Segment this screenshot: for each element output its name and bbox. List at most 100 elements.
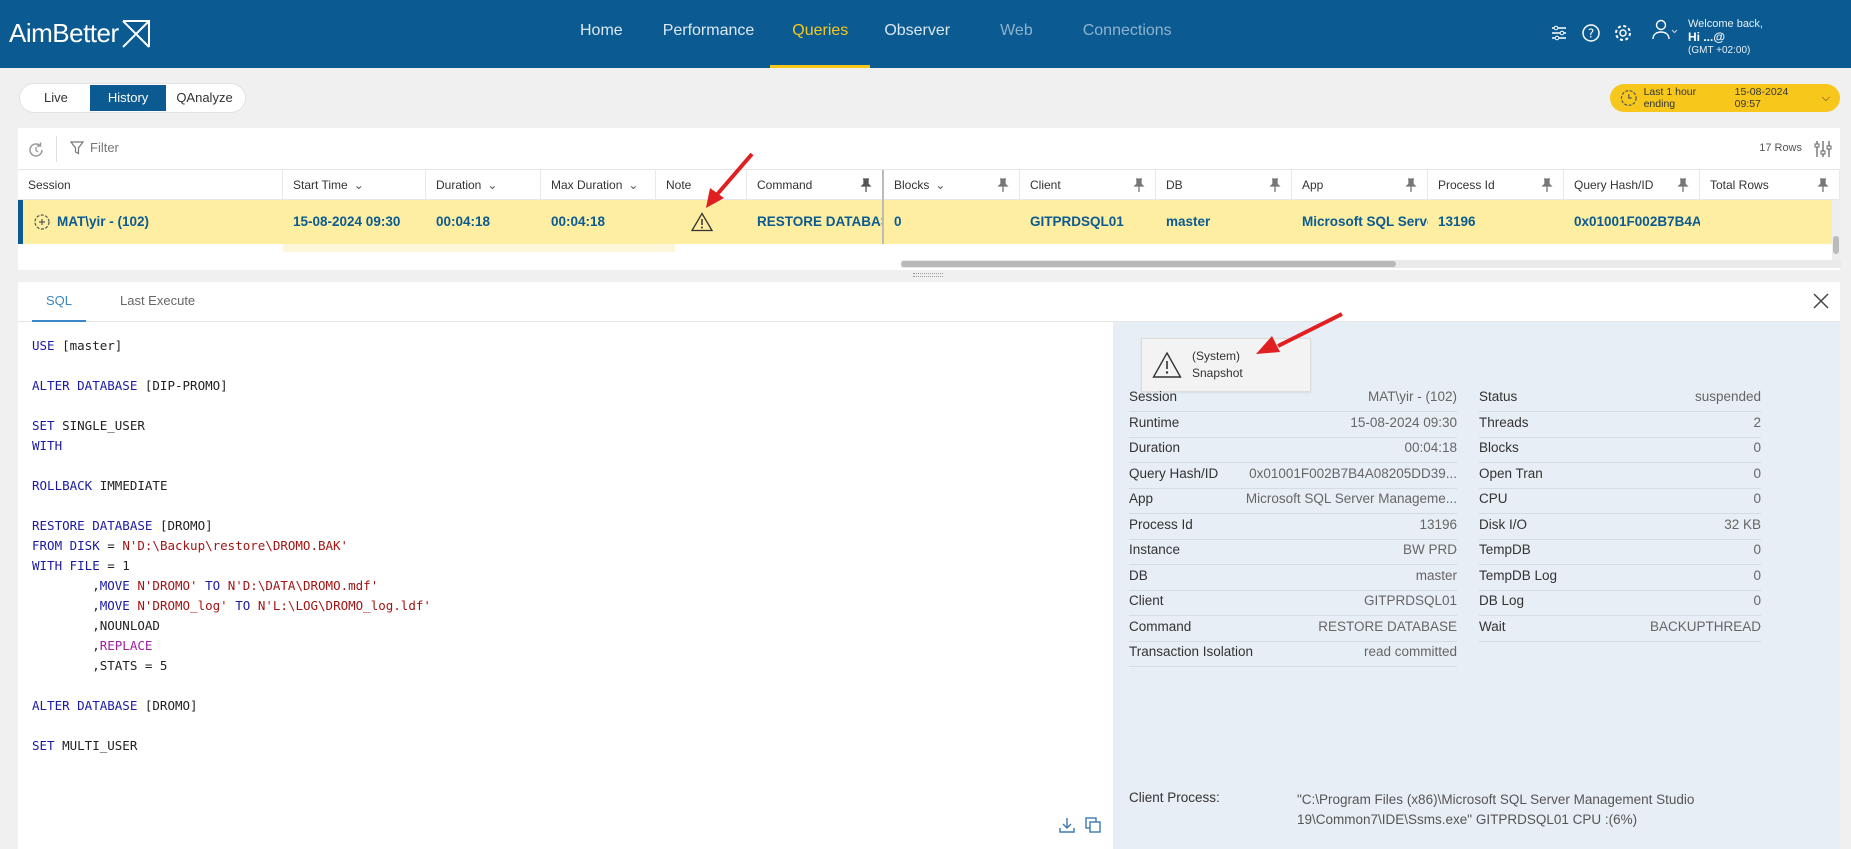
time-range-picker[interactable]: Last 1 hour ending 15-08-2024 09:57 ⌵	[1610, 84, 1840, 112]
horizontal-scrollbar[interactable]	[901, 260, 1841, 268]
field-value: 00:04:18	[1404, 440, 1457, 455]
col-duration[interactable]: Duration ⌄	[426, 170, 541, 200]
sql-token: N'DROMO'	[137, 578, 198, 593]
col-label: Note	[666, 178, 692, 192]
col-session[interactable]: Session	[18, 170, 283, 200]
col-note[interactable]: Note	[656, 170, 747, 200]
sql-token: ,STATS = 5	[32, 658, 168, 673]
refresh-icon[interactable]	[26, 140, 46, 160]
col-client[interactable]: Client	[1020, 170, 1156, 200]
sql-token: TO	[205, 578, 221, 593]
sql-token: ALTER DATABASE	[32, 378, 138, 393]
scroll-thumb[interactable]	[901, 261, 1396, 267]
field-value: master	[1415, 567, 1457, 583]
field-value: BACKUPTHREAD	[1649, 618, 1761, 634]
cell-blocks: 0	[894, 214, 902, 229]
pin-icon[interactable]	[1817, 178, 1829, 192]
gear-icon[interactable]	[1612, 22, 1634, 44]
sql-token: IMMEDIATE	[92, 478, 168, 493]
field-label: Transaction Isolation	[1129, 644, 1254, 659]
field-label: Instance	[1129, 542, 1181, 557]
help-icon[interactable]: ?	[1580, 22, 1602, 44]
sql-line	[32, 356, 1112, 376]
nav-performance[interactable]: Performance	[651, 0, 767, 68]
field-label: Client	[1129, 593, 1164, 608]
field-label: Status	[1479, 389, 1518, 404]
field-label: Blocks	[1479, 440, 1519, 455]
main-nav: Home Performance Queries Observer Web Co…	[568, 0, 1184, 68]
tab-last-execute[interactable]: Last Execute	[106, 282, 209, 322]
field-label: DB	[1129, 567, 1148, 583]
vertical-scrollbar[interactable]	[1832, 200, 1840, 260]
col-total-rows[interactable]: Total Rows	[1700, 170, 1840, 200]
field-value: 0x01001F002B7B4A08205DD39...	[1249, 465, 1457, 481]
col-db[interactable]: DB	[1156, 170, 1292, 200]
sql-line: ALTER DATABASE [DIP-PROMO]	[32, 376, 1112, 396]
col-app[interactable]: App	[1292, 170, 1428, 200]
field-value: RESTORE DATABASE	[1318, 618, 1457, 634]
grid-header: Session Start Time ⌄ Duration ⌄ Max Durati…	[18, 170, 1840, 200]
field-label: Duration	[1129, 440, 1181, 455]
col-start-time[interactable]: Start Time ⌄	[283, 170, 426, 200]
pin-icon[interactable]	[1405, 178, 1417, 192]
user-menu[interactable]: Welcome back, Hi ...@ (GMT +02:00)	[1652, 18, 1763, 57]
col-query-hash[interactable]: Query Hash/ID	[1564, 170, 1700, 200]
nav-home[interactable]: Home	[568, 0, 635, 68]
nav-web[interactable]: Web	[988, 0, 1045, 68]
table-row[interactable]: MAT\yir - (102) 15-08-2024 09:30 00:04:1…	[18, 200, 1840, 244]
user-name: Hi ...@	[1688, 30, 1726, 44]
chevron-down-icon: ⌄	[628, 178, 639, 192]
field-value: 0	[1753, 465, 1761, 481]
mode-qanalyze[interactable]: QAnalyze	[166, 85, 242, 111]
pin-icon[interactable]	[860, 178, 872, 192]
filter-button[interactable]: Filter	[70, 140, 119, 155]
timezone-text: (GMT +02:00)	[1688, 45, 1751, 56]
nav-connections[interactable]: Connections	[1071, 0, 1184, 68]
sql-token: [DROMO]	[137, 698, 198, 713]
sql-line: ROLLBACK IMMEDIATE	[32, 476, 1112, 496]
nav-queries[interactable]: Queries	[770, 0, 871, 68]
col-command[interactable]: Command	[747, 170, 884, 200]
field-value: "C:\Program Files (x86)\Microsoft SQL Se…	[1297, 792, 1695, 827]
field-label: Runtime	[1129, 414, 1180, 430]
logo-mark-icon	[121, 19, 150, 48]
pin-icon[interactable]	[1133, 178, 1145, 192]
tab-sql[interactable]: SQL	[32, 282, 87, 322]
col-max-duration[interactable]: Max Duration ⌄	[541, 170, 656, 200]
sql-code-view[interactable]: USE [master] ALTER DATABASE [DIP-PROMO] …	[32, 336, 1112, 756]
column-settings-icon[interactable]	[1812, 138, 1834, 160]
pin-icon[interactable]	[1541, 178, 1553, 192]
col-label: Blocks	[894, 178, 930, 192]
warning-icon[interactable]	[690, 212, 713, 232]
close-icon[interactable]	[1810, 290, 1832, 312]
pin-icon[interactable]	[1677, 178, 1689, 192]
field-label: Session	[1129, 389, 1178, 404]
nav-observer[interactable]: Observer	[872, 0, 962, 68]
mode-history[interactable]: History	[89, 85, 167, 111]
app-logo[interactable]: AimBetter	[9, 18, 151, 49]
panel-resize-handle[interactable]	[913, 273, 943, 277]
col-process-id[interactable]: Process Id	[1428, 170, 1564, 200]
sql-token: MOVE	[99, 578, 130, 593]
copy-icon[interactable]	[1084, 816, 1102, 834]
logo-text: AimBetter	[9, 18, 119, 48]
field-value: MAT\yir - (102)	[1367, 389, 1457, 404]
col-blocks[interactable]: Blocks ⌄	[884, 170, 1020, 200]
info-field: Wait BACKUPTHREAD	[1479, 612, 1761, 642]
col-label: Duration	[436, 178, 482, 192]
col-label: Max Duration	[551, 178, 623, 192]
filter-icon	[70, 140, 84, 154]
sliders-icon[interactable]	[1548, 22, 1570, 44]
field-value: Microsoft SQL Server Manageme...	[1245, 491, 1457, 506]
mode-live[interactable]: Live	[22, 85, 90, 111]
field-value: GITPRDSQL01	[1363, 593, 1457, 608]
col-label: App	[1302, 178, 1324, 192]
cell-app: Microsoft SQL Serve	[1302, 214, 1428, 229]
scroll-thumb[interactable]	[1833, 236, 1839, 254]
pin-icon[interactable]	[1269, 178, 1281, 192]
pin-icon[interactable]	[997, 178, 1009, 192]
table-row[interactable]	[18, 244, 1840, 252]
cell-client: GITPRDSQL01	[1030, 214, 1124, 229]
cell-command: RESTORE DATABAS	[747, 200, 884, 244]
download-icon[interactable]	[1058, 816, 1076, 834]
